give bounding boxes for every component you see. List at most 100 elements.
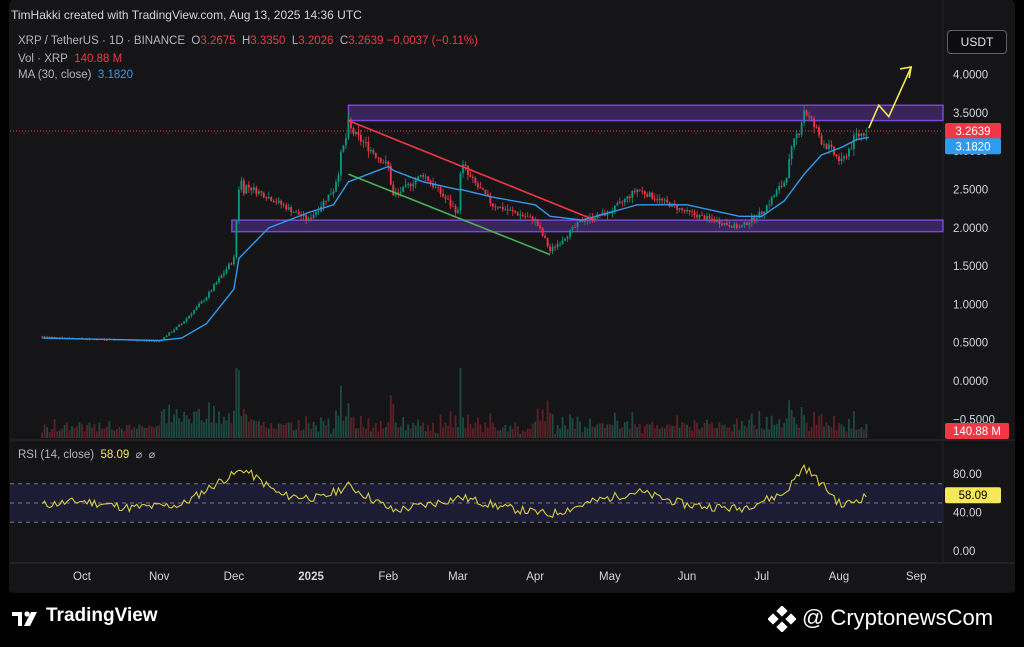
candle-body bbox=[337, 175, 340, 182]
volume-bar bbox=[46, 427, 49, 438]
candle-body bbox=[835, 154, 838, 157]
candle-body bbox=[364, 142, 367, 143]
candle-body bbox=[519, 214, 522, 216]
candle-body bbox=[327, 194, 330, 202]
candle-body bbox=[678, 208, 681, 210]
volume-bar bbox=[790, 410, 793, 438]
volume-bar bbox=[270, 423, 273, 438]
volume-bar bbox=[374, 422, 377, 438]
forecast-arrowhead bbox=[900, 65, 913, 79]
volume-bar bbox=[163, 408, 166, 438]
candle-body bbox=[539, 225, 542, 229]
volume-bar bbox=[785, 418, 788, 438]
rsi-legend[interactable]: RSI (14, close) 58.09 ⌀ ⌀ bbox=[18, 448, 155, 461]
volume-bar bbox=[101, 428, 103, 438]
price-tick-label: 0.0000 bbox=[953, 376, 988, 388]
chart-svg[interactable]: 4.00003.50003.00002.50002.00001.50001.00… bbox=[0, 0, 1024, 647]
candle-body bbox=[464, 164, 467, 167]
volume-bar bbox=[133, 427, 136, 438]
volume-bar bbox=[364, 428, 367, 438]
volume-bar bbox=[464, 427, 467, 438]
candle-body bbox=[210, 290, 213, 292]
volume-bar bbox=[499, 430, 502, 438]
candle-body bbox=[220, 275, 223, 278]
volume-bar bbox=[138, 424, 141, 438]
candle-body bbox=[631, 191, 634, 199]
volume-bar bbox=[743, 425, 746, 438]
candle-body bbox=[848, 148, 850, 157]
candle-body bbox=[377, 157, 380, 159]
candle-body bbox=[745, 222, 748, 225]
volume-bar bbox=[569, 414, 571, 438]
volume-bar bbox=[320, 417, 322, 438]
volume-bar bbox=[61, 428, 63, 438]
candle-body bbox=[357, 131, 360, 135]
volume-bar bbox=[173, 414, 176, 438]
volume-tag: 140.88 M bbox=[953, 426, 1001, 438]
time-tick-label: Mar bbox=[448, 571, 468, 583]
volume-bar bbox=[808, 431, 810, 438]
volume-bar bbox=[708, 424, 711, 438]
volume-bar bbox=[865, 423, 868, 438]
volume-bar bbox=[275, 429, 278, 438]
volume-bar bbox=[653, 428, 656, 438]
volume-bar bbox=[372, 427, 375, 438]
candle-body bbox=[536, 219, 539, 226]
volume-bar bbox=[307, 423, 310, 438]
volume-bar bbox=[325, 425, 327, 438]
candle-body bbox=[165, 335, 168, 338]
volume-bar bbox=[474, 422, 477, 438]
volume-bar bbox=[359, 415, 362, 438]
volume-bar bbox=[843, 426, 845, 438]
candle-body bbox=[444, 196, 447, 199]
volume-bar bbox=[641, 433, 644, 438]
volume-bar bbox=[673, 425, 676, 438]
candle-body bbox=[574, 226, 576, 228]
candle-body bbox=[618, 201, 621, 204]
candle-body bbox=[740, 225, 743, 228]
volume-bar bbox=[735, 418, 738, 438]
volume-bar bbox=[200, 420, 203, 438]
volume-bar bbox=[210, 422, 213, 438]
volume-bar bbox=[723, 424, 726, 438]
volume-bar bbox=[345, 416, 347, 438]
price-zone bbox=[347, 104, 944, 122]
volume-bar bbox=[63, 424, 66, 438]
volume-bar bbox=[247, 421, 250, 438]
hidden-icon[interactable]: ⌀ bbox=[149, 449, 156, 461]
volume-bar bbox=[551, 414, 554, 438]
price-tick-label: 2.0000 bbox=[953, 223, 988, 235]
candle-body bbox=[793, 138, 796, 148]
hidden-icon[interactable]: ⌀ bbox=[136, 449, 143, 461]
volume-bar bbox=[608, 424, 611, 438]
volume-bar bbox=[509, 425, 512, 438]
volume-bar bbox=[760, 428, 763, 438]
candle-body bbox=[404, 184, 407, 187]
candle-body bbox=[414, 180, 417, 185]
cryptonews-logo-icon bbox=[768, 606, 796, 632]
volume-bar bbox=[800, 407, 803, 438]
volume-bar bbox=[218, 411, 220, 438]
time-tick-label: 2025 bbox=[298, 571, 324, 583]
volume-bar bbox=[613, 412, 616, 438]
volume-bar bbox=[118, 426, 121, 438]
volume-bar bbox=[778, 419, 781, 438]
volume-bar bbox=[519, 433, 522, 438]
volume-bar bbox=[150, 426, 153, 438]
volume-bar bbox=[66, 422, 68, 438]
candle-body bbox=[820, 135, 823, 145]
volume-bar bbox=[183, 411, 185, 438]
volume-bar bbox=[419, 425, 422, 438]
volume-bar bbox=[666, 424, 669, 438]
volume-bar bbox=[43, 424, 46, 438]
volume-bar bbox=[469, 423, 472, 438]
volume-bar bbox=[788, 400, 791, 438]
volume-bar bbox=[830, 427, 833, 438]
volume-bar bbox=[698, 429, 701, 438]
zones bbox=[231, 104, 944, 233]
candle-body bbox=[449, 199, 452, 206]
volume-bar bbox=[350, 417, 352, 438]
tradingview-logo-icon bbox=[12, 611, 37, 626]
candle-body bbox=[658, 198, 661, 201]
volume-bar bbox=[295, 429, 298, 438]
